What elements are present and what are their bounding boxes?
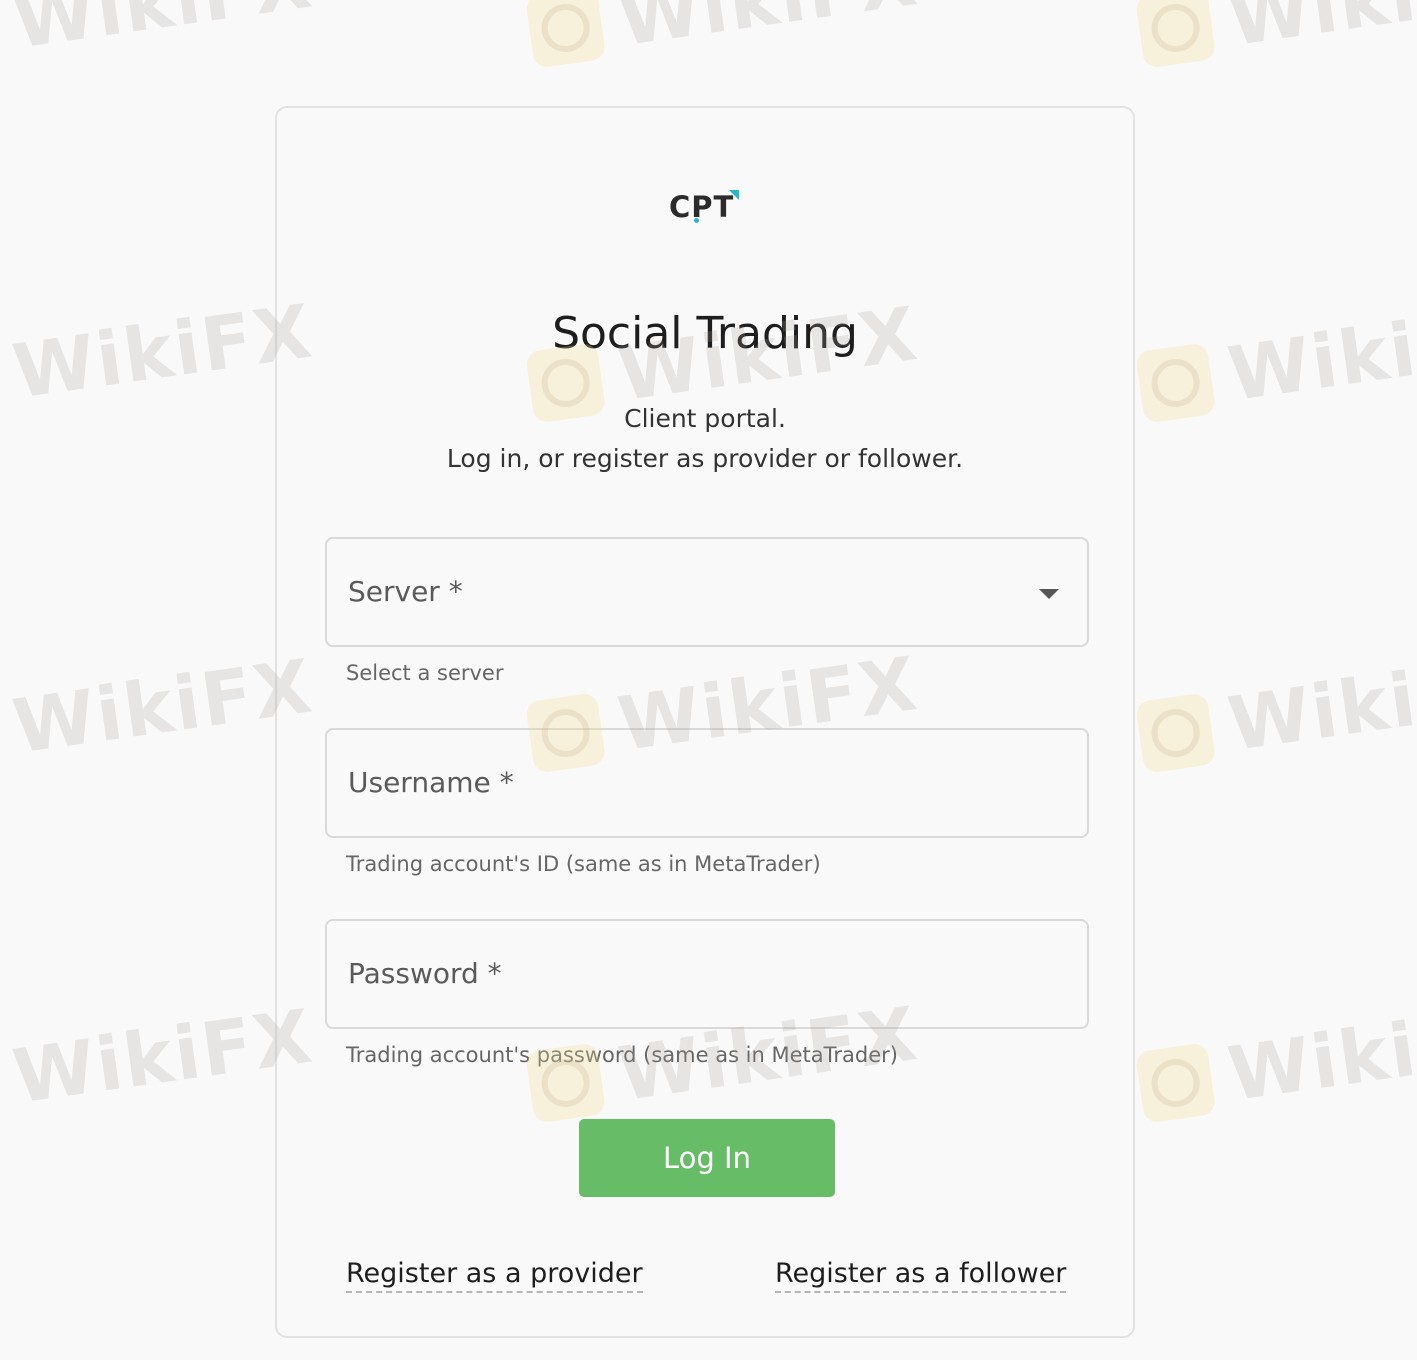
watermark-logo-icon: [1134, 1042, 1217, 1124]
server-select[interactable]: Server *: [325, 537, 1089, 647]
username-hint: Trading account's ID (same as in MetaTra…: [346, 852, 821, 876]
page-subtitle-line-2: Log in, or register as provider or follo…: [446, 444, 964, 473]
register-follower-link[interactable]: Register as a follower: [775, 1258, 1067, 1293]
watermark-text: WikiFX: [1223, 290, 1417, 419]
watermark: WikiFX: [8, 289, 318, 416]
logo-text: CPT: [669, 190, 735, 224]
logo-dot-icon: [694, 218, 699, 223]
watermark-text: WikiFX: [1223, 0, 1417, 63]
watermark: WikiFX: [8, 644, 318, 771]
watermark-text: WikiFX: [613, 0, 923, 63]
watermark: WikiFX: [1134, 641, 1417, 781]
watermark-text: WikiFX: [8, 993, 319, 1121]
watermark: WikiFX: [1134, 291, 1417, 431]
watermark-text: WikiFX: [8, 0, 319, 66]
login-card: CPT Social Trading Client portal. Log in…: [275, 106, 1135, 1338]
cpt-logo: CPT: [669, 190, 749, 230]
password-hint: Trading account's password (same as in M…: [346, 1043, 898, 1067]
server-hint: Select a server: [346, 661, 504, 685]
watermark: WikiFX: [1134, 0, 1417, 76]
logo-flag-icon: [729, 190, 739, 200]
watermark-text: WikiFX: [8, 288, 319, 416]
username-field-label: Username *: [348, 766, 514, 799]
page-title: Social Trading: [552, 308, 858, 359]
watermark-logo-icon: [1134, 692, 1217, 774]
watermark: WikiFX: [524, 0, 923, 76]
watermark: WikiFX: [8, 0, 318, 66]
page-subtitle-line-1: Client portal.: [624, 404, 786, 433]
watermark-text: WikiFX: [1223, 990, 1417, 1119]
login-button[interactable]: Log In: [579, 1119, 835, 1197]
chevron-down-icon[interactable]: [1039, 589, 1059, 599]
watermark-logo-icon: [524, 0, 607, 69]
username-field[interactable]: Username *: [325, 728, 1089, 838]
watermark-text: WikiFX: [1223, 640, 1417, 769]
password-field[interactable]: Password *: [325, 919, 1089, 1029]
watermark-logo-icon: [1134, 0, 1217, 69]
watermark: WikiFX: [1134, 991, 1417, 1131]
watermark: WikiFX: [8, 994, 318, 1121]
register-provider-link[interactable]: Register as a provider: [346, 1258, 643, 1293]
server-select-label: Server *: [348, 575, 463, 608]
password-field-label: Password *: [348, 957, 502, 990]
watermark-logo-icon: [1134, 342, 1217, 424]
watermark-text: WikiFX: [8, 643, 319, 771]
